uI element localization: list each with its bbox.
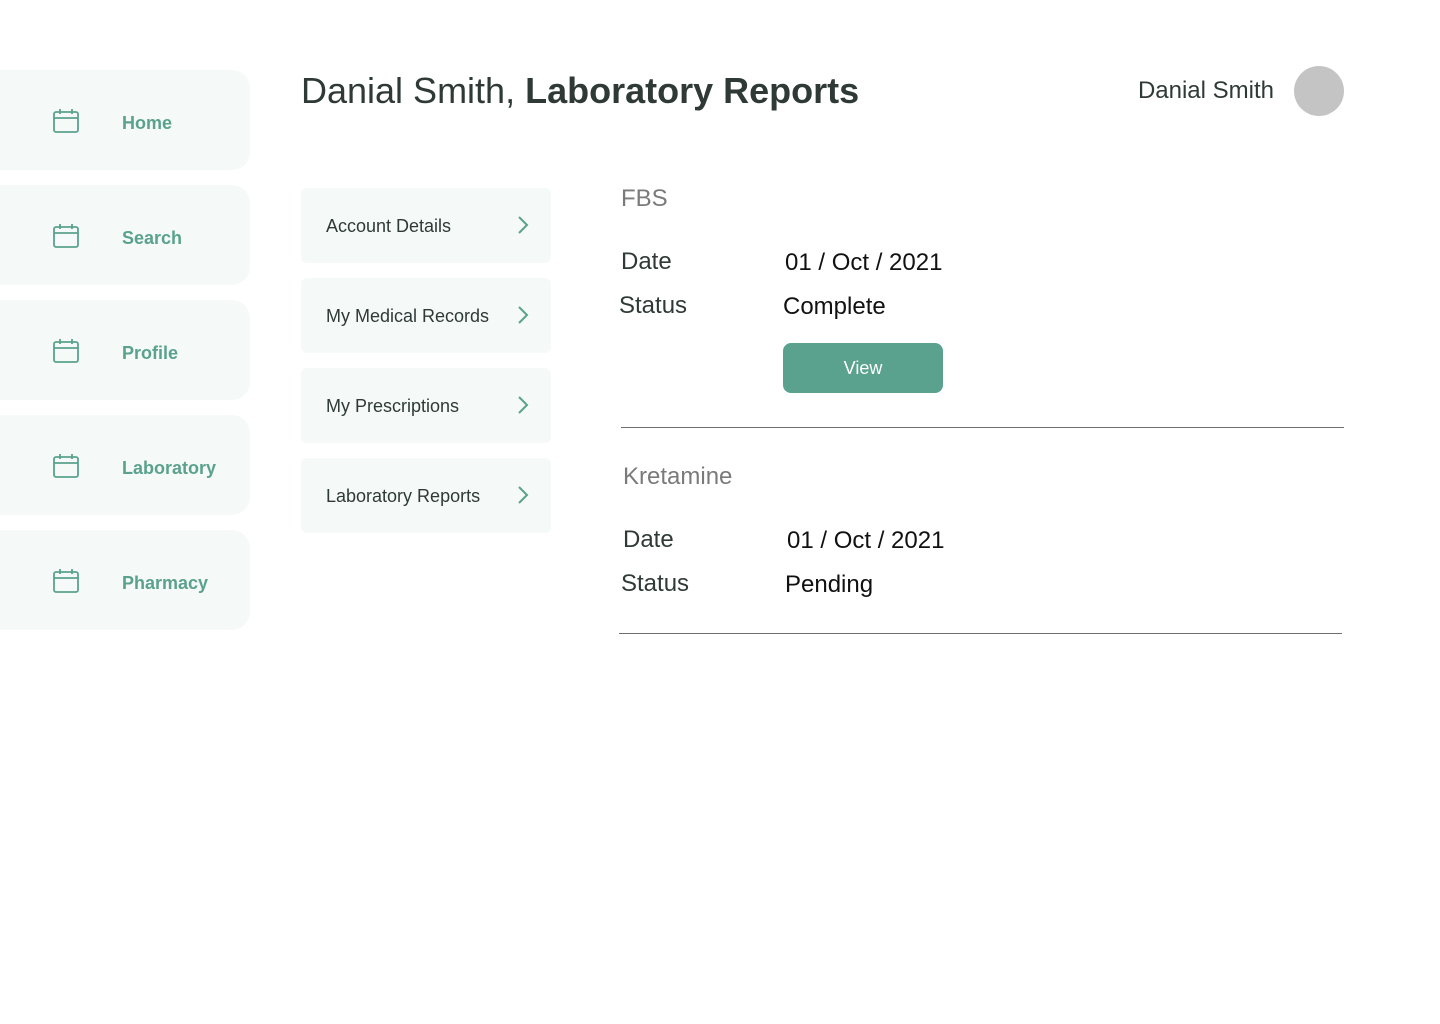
nav-item-profile[interactable]: Profile [0, 300, 250, 400]
status-label: Status [619, 292, 688, 319]
calendar-icon [53, 224, 79, 248]
nav-item-pharmacy[interactable]: Pharmacy [0, 530, 250, 630]
chevron-right-icon [518, 216, 529, 234]
date-value: 01 / Oct / 2021 [785, 249, 943, 276]
page: Home Search Profile Laboratory Pharmacy … [0, 0, 1440, 1024]
nav-item-home[interactable]: Home [0, 70, 250, 170]
submenu-item-prescriptions[interactable]: My Prescriptions [301, 368, 551, 443]
calendar-icon [53, 454, 79, 478]
avatar[interactable] [1294, 66, 1344, 116]
chevron-right-icon [518, 396, 529, 414]
nav-item-laboratory[interactable]: Laboratory [0, 415, 250, 515]
divider [619, 633, 1342, 634]
view-report-button[interactable]: View [783, 343, 943, 393]
status-value: Complete [783, 293, 886, 320]
report-name: Kretamine [623, 463, 733, 490]
date-label: Date [623, 526, 674, 553]
submenu-label: My Medical Records [326, 306, 490, 326]
submenu-item-account-details[interactable]: Account Details [301, 188, 551, 263]
user-name[interactable]: Danial Smith [1138, 76, 1274, 106]
date-value: 01 / Oct / 2021 [787, 527, 945, 554]
nav-label-pharmacy: Pharmacy [122, 573, 209, 593]
submenu-item-laboratory-reports[interactable]: Laboratory Reports [301, 458, 551, 533]
report-name: FBS [621, 185, 668, 212]
submenu-item-medical-records[interactable]: My Medical Records [301, 278, 551, 353]
section-title: Laboratory Reports [525, 70, 860, 111]
nav-label-laboratory: Laboratory [122, 458, 217, 478]
status-label: Status [621, 570, 690, 597]
patient-name: Danial Smith, [301, 70, 516, 111]
chevron-right-icon [518, 486, 529, 504]
page-title: Danial Smith, Laboratory Reports [301, 68, 859, 114]
date-label: Date [621, 248, 672, 275]
calendar-icon [53, 569, 79, 593]
nav-label-profile: Profile [122, 343, 179, 363]
nav-item-search[interactable]: Search [0, 185, 250, 285]
status-value: Pending [785, 571, 874, 598]
submenu-label: My Prescriptions [326, 396, 460, 416]
divider [621, 427, 1344, 428]
nav-label-home: Home [122, 113, 173, 133]
nav-label-search: Search [122, 228, 183, 248]
submenu-label: Account Details [326, 216, 452, 236]
calendar-icon [53, 339, 79, 363]
calendar-icon [53, 109, 79, 133]
chevron-right-icon [518, 306, 529, 324]
submenu-label: Laboratory Reports [326, 486, 481, 506]
